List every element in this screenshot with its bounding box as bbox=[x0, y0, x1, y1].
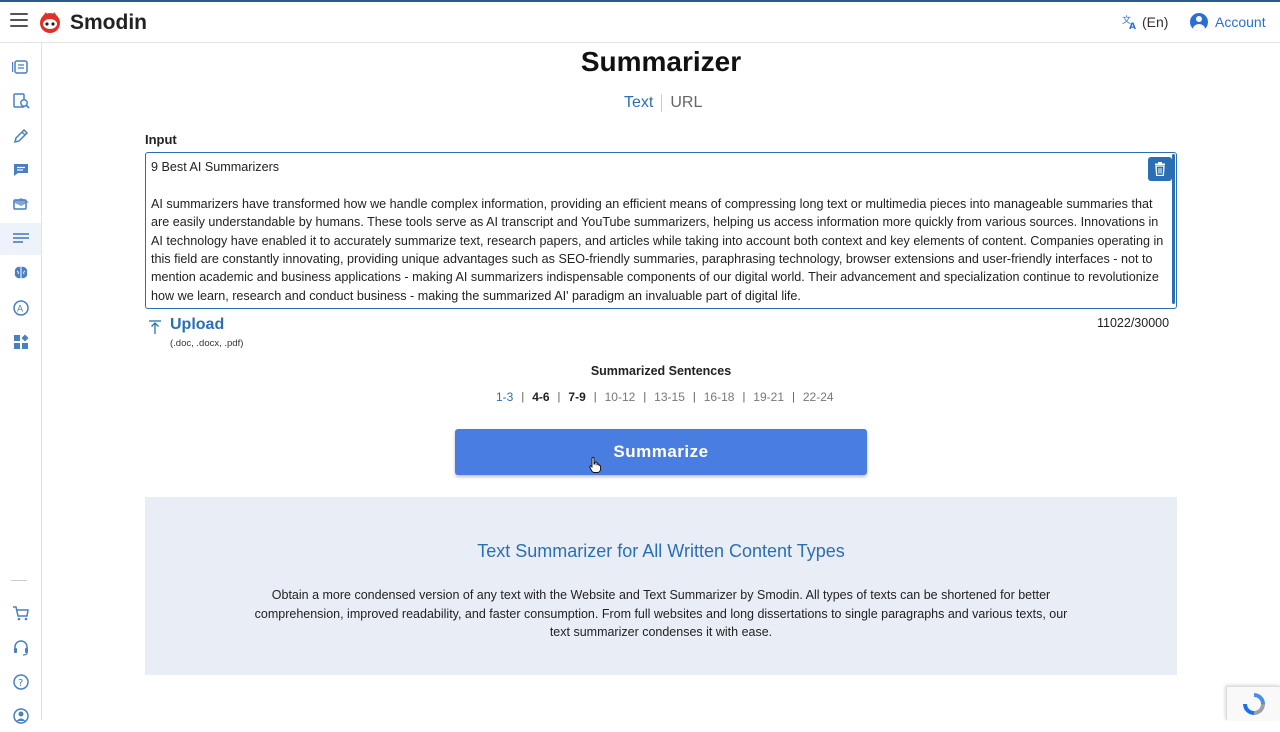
range-separator: | bbox=[521, 391, 525, 403]
sidebar-item-chat[interactable] bbox=[0, 154, 41, 186]
plagiarism-search-icon bbox=[12, 93, 30, 109]
range-option[interactable]: 10-12 bbox=[605, 390, 636, 404]
recaptcha-icon bbox=[1242, 692, 1265, 715]
sidebar-item-summarizer[interactable] bbox=[0, 223, 41, 255]
help-icon: ? bbox=[12, 674, 29, 690]
range-option[interactable]: 7-9 bbox=[568, 390, 585, 404]
chat-icon bbox=[13, 164, 28, 176]
sidebar-item-apps[interactable] bbox=[0, 326, 41, 358]
range-option[interactable]: 16-18 bbox=[704, 390, 735, 404]
range-option[interactable]: 4-6 bbox=[532, 390, 549, 404]
user-icon bbox=[12, 708, 29, 724]
sidebar-item-ai-detector[interactable]: A bbox=[0, 292, 41, 324]
hand-cursor-icon bbox=[589, 457, 601, 473]
range-separator: | bbox=[792, 391, 795, 403]
menu-icon[interactable] bbox=[10, 13, 28, 29]
tab-url[interactable]: URL bbox=[661, 94, 710, 112]
range-option[interactable]: 13-15 bbox=[654, 390, 685, 404]
app-header: Smodin 文 A (En) Account bbox=[0, 2, 1280, 43]
smodin-logo-icon[interactable] bbox=[38, 10, 62, 34]
info-description: Obtain a more condensed version of any t… bbox=[254, 588, 1068, 639]
language-selector[interactable]: 文 A (En) bbox=[1122, 14, 1168, 30]
language-label: (En) bbox=[1142, 14, 1169, 30]
range-separator: | bbox=[557, 391, 561, 403]
account-label: Account bbox=[1215, 14, 1266, 30]
trash-icon bbox=[1155, 162, 1165, 176]
recaptcha-badge[interactable] bbox=[1226, 686, 1280, 720]
page-title: Summarizer bbox=[580, 46, 742, 77]
character-counter: 11022/30000 bbox=[1097, 316, 1170, 330]
input-paragraph: AI summarizers have transformed how we h… bbox=[151, 196, 1164, 303]
range-separator: | bbox=[643, 391, 647, 403]
sidebar-item-homework[interactable] bbox=[0, 188, 41, 220]
graduation-cap-icon bbox=[12, 198, 29, 210]
summarize-button[interactable]: Summarize bbox=[455, 429, 867, 475]
summarizer-lines-icon bbox=[12, 233, 29, 243]
sidebar-item-profile[interactable] bbox=[0, 700, 41, 732]
input-title-line: 9 Best AI Summarizers bbox=[151, 160, 280, 174]
sidebar: A ? bbox=[0, 43, 42, 724]
range-option[interactable]: 22-24 bbox=[803, 390, 834, 404]
sidebar-item-writer[interactable] bbox=[0, 120, 41, 152]
sidebar-divider bbox=[11, 580, 27, 581]
account-icon bbox=[1190, 13, 1208, 31]
cart-icon bbox=[12, 606, 29, 621]
sidebar-item-support[interactable] bbox=[0, 632, 41, 664]
input-textarea[interactable]: 9 Best AI Summarizers AI summarizers hav… bbox=[145, 152, 1177, 309]
upload-button[interactable]: Upload bbox=[170, 316, 224, 334]
range-separator: | bbox=[742, 391, 746, 403]
range-option[interactable]: 1-3 bbox=[496, 390, 513, 404]
ai-detector-icon: A bbox=[12, 300, 29, 316]
svg-text:?: ? bbox=[18, 678, 23, 689]
input-label: Input bbox=[145, 132, 177, 147]
range-separator: | bbox=[593, 391, 597, 403]
upload-icon[interactable] bbox=[148, 320, 162, 334]
range-option[interactable]: 19-21 bbox=[753, 390, 784, 404]
svg-text:A: A bbox=[17, 305, 24, 315]
summarized-sentences-label: Summarized Sentences bbox=[590, 364, 732, 378]
info-title: Text Summarizer for All Written Content … bbox=[477, 541, 845, 561]
apps-icon bbox=[13, 334, 29, 349]
sentence-range-selector: 1-3 | 4-6 | 7-9 | 10-12 | 13-15 | 16-18 … bbox=[496, 390, 834, 404]
sidebar-item-cart[interactable] bbox=[0, 597, 41, 629]
tab-text[interactable]: Text bbox=[616, 94, 661, 112]
brain-icon bbox=[14, 266, 27, 279]
textarea-scrollbar[interactable] bbox=[1172, 154, 1175, 304]
clear-input-button[interactable] bbox=[1148, 157, 1172, 181]
pen-icon bbox=[13, 128, 28, 144]
account-button[interactable]: Account bbox=[1190, 13, 1266, 31]
svg-text:A: A bbox=[1129, 22, 1136, 30]
sidebar-item-brain[interactable] bbox=[0, 257, 41, 289]
translate-icon: 文 A bbox=[1122, 14, 1136, 30]
upload-formats: (.doc, .docx, .pdf) bbox=[170, 338, 244, 349]
brand-name[interactable]: Smodin bbox=[70, 11, 147, 35]
sidebar-item-plagiarism[interactable] bbox=[0, 85, 41, 117]
input-mode-tabs: Text URL bbox=[616, 94, 710, 112]
sidebar-item-help[interactable]: ? bbox=[0, 666, 41, 698]
range-separator: | bbox=[692, 391, 696, 403]
info-panel: Text Summarizer for All Written Content … bbox=[145, 497, 1177, 675]
headset-icon bbox=[13, 640, 28, 656]
